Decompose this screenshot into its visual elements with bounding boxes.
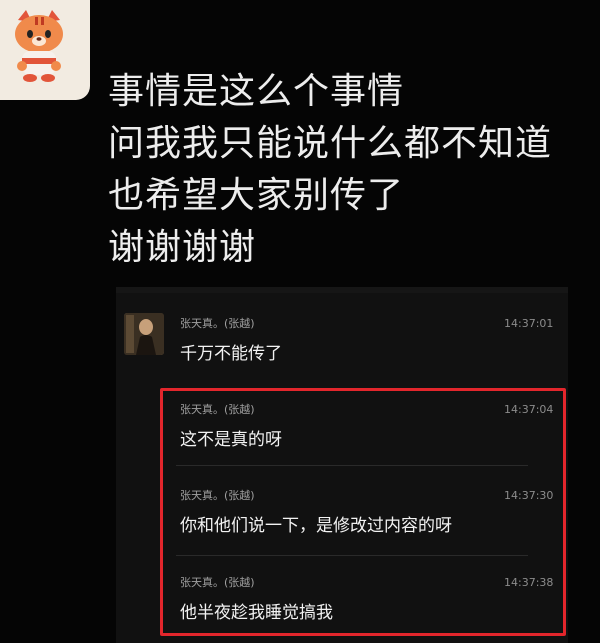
post-line: 也希望大家别传了: [108, 175, 405, 216]
post-line: 问我我只能说什么都不知道: [108, 123, 553, 164]
screenshot-page: 事情是这么个事情 问我我只能说什么都不知道 也希望大家别传了 谢谢谢谢 张天真。…: [0, 0, 600, 643]
post-line: 事情是这么个事情: [108, 71, 405, 112]
chat-panel-top-bar: [116, 287, 568, 293]
sender-name: 张天真。(张越): [180, 317, 255, 330]
sender-photo-icon: [124, 313, 164, 355]
chat-message[interactable]: 张天真。(张越) 14:37:01 千万不能传了: [116, 307, 553, 367]
red-highlight-box: [160, 388, 566, 636]
sender-avatar[interactable]: [124, 313, 164, 355]
post-line: 谢谢谢谢: [108, 227, 257, 268]
cartoon-tiger-avatar-icon: [15, 10, 63, 82]
message-time: 14:37:01: [504, 317, 554, 330]
message-text: 千万不能传了: [180, 344, 282, 364]
post-text-block: 事情是这么个事情 问我我只能说什么都不知道 也希望大家别传了 谢谢谢谢: [108, 66, 588, 274]
poster-avatar[interactable]: [0, 0, 90, 100]
